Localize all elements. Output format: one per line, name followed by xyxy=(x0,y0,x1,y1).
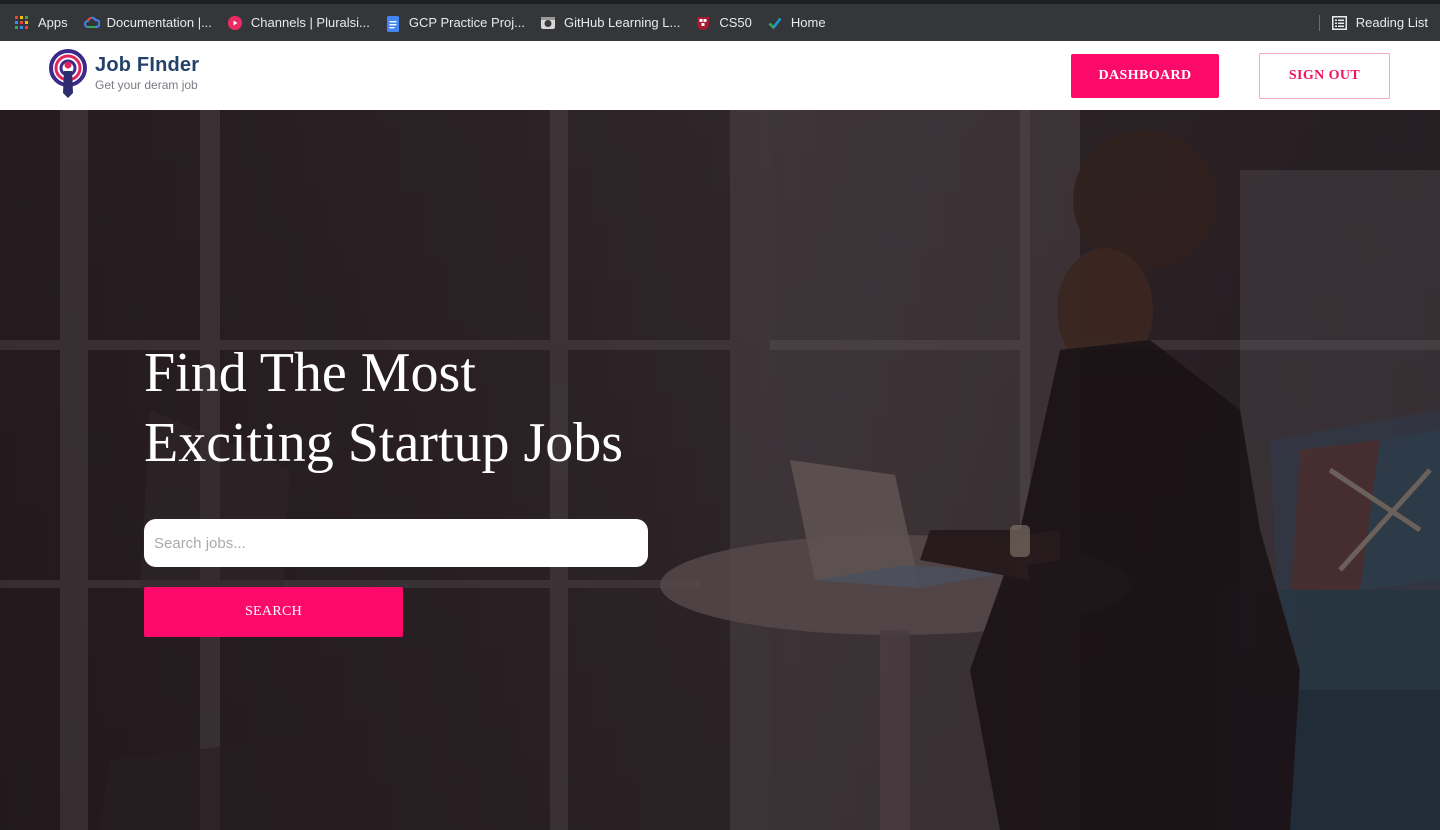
bookmark-cs50[interactable]: CS50 xyxy=(696,4,752,41)
bookmark-label: Apps xyxy=(38,15,68,30)
bookmark-gcp-practice[interactable]: GCP Practice Proj... xyxy=(386,4,525,41)
logo-target-icon xyxy=(49,49,87,98)
pluralsight-icon xyxy=(227,15,242,30)
logo-title: Job FInder xyxy=(95,54,200,76)
hero-title-line-1: Find The Most xyxy=(144,342,476,404)
bookmark-label: Documentation |... xyxy=(106,15,212,30)
bookmark-label: CS50 xyxy=(719,15,752,30)
bookmark-home[interactable]: Home xyxy=(768,4,826,41)
bookmark-label: Channels | Pluralsi... xyxy=(250,15,370,30)
hero-section: Find The Most Exciting Startup Jobs SEAR… xyxy=(0,110,1440,830)
cloud-icon xyxy=(83,16,101,30)
search-jobs-input[interactable] xyxy=(144,519,648,567)
divider xyxy=(1318,14,1320,31)
github-icon xyxy=(540,16,555,30)
sign-out-button[interactable]: SIGN OUT xyxy=(1259,53,1390,99)
job-finder-logo[interactable]: Job FInder Get your deram job xyxy=(49,49,229,101)
check-icon xyxy=(768,16,782,30)
site-navbar: Job FInder Get your deram job DASHBOARD … xyxy=(0,41,1440,110)
hero-title: Find The Most Exciting Startup Jobs xyxy=(144,338,784,478)
reading-list-icon xyxy=(1331,15,1347,30)
bookmark-label: GCP Practice Proj... xyxy=(408,15,525,30)
dashboard-button[interactable]: DASHBOARD xyxy=(1071,54,1219,98)
logo-tagline: Get your deram job xyxy=(95,78,198,92)
search-button[interactable]: SEARCH xyxy=(144,587,403,637)
bookmark-github-learning[interactable]: GitHub Learning L... xyxy=(540,4,681,41)
bookmark-pluralsight[interactable]: Channels | Pluralsi... xyxy=(227,4,370,41)
reading-list[interactable]: Reading List xyxy=(1318,4,1428,41)
bookmark-label: GitHub Learning L... xyxy=(563,15,681,30)
reading-list-label: Reading List xyxy=(1355,15,1428,30)
harvard-icon xyxy=(696,16,710,30)
bookmarks-bar: Apps Documentation |... Channels | Plura… xyxy=(0,0,1440,41)
apps-grid-icon xyxy=(15,15,29,30)
hero-title-line-2: Exciting Startup Jobs xyxy=(144,412,624,474)
bookmark-apps[interactable]: Apps xyxy=(15,4,68,41)
bookmark-label: Home xyxy=(790,15,826,30)
docs-icon xyxy=(386,15,400,32)
bookmark-documentation[interactable]: Documentation |... xyxy=(83,4,212,41)
